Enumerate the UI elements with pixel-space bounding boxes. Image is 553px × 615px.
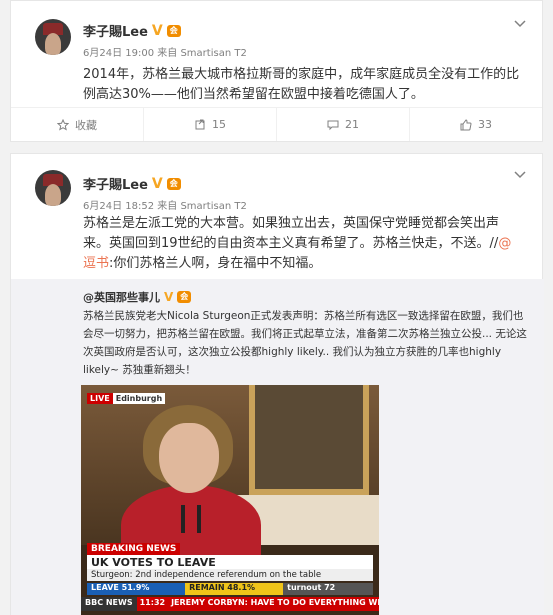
- post-date[interactable]: 6月24日 18:52: [83, 201, 154, 212]
- repost-icon: [195, 119, 205, 129]
- weibo-post-2: 李子賜Lee V 会 6月24日 18:52 来自 Smartisan T2 苏…: [10, 153, 544, 615]
- chevron-down-icon[interactable]: [514, 168, 528, 182]
- chevron-down-icon[interactable]: [514, 17, 528, 31]
- avatar[interactable]: [35, 19, 71, 55]
- remain-result: REMAIN 48.1%: [185, 583, 284, 595]
- vip-badge-icon: 会: [166, 177, 181, 190]
- avatar[interactable]: [35, 170, 71, 206]
- post-source: 来自 Smartisan T2: [157, 201, 247, 212]
- video-thumbnail[interactable]: LIVE Edinburgh BREAKING NEWS UK VOTES TO…: [81, 385, 379, 615]
- live-tag: LIVE Edinburgh: [87, 393, 166, 404]
- post-text-main: 苏格兰是左派工党的大本营。如果独立出去，英国保守党睡觉都会笑出声来。英国回到19…: [83, 216, 500, 251]
- like-count: 33: [478, 118, 492, 131]
- comment-count: 21: [345, 118, 359, 131]
- repost-author[interactable]: @英国那些事儿 V 会: [83, 289, 192, 305]
- author-name[interactable]: 李子賜Lee V 会: [83, 21, 181, 40]
- action-bar: 收藏 15 21 33: [11, 107, 542, 141]
- verified-badge-icon: V: [151, 22, 163, 39]
- news-headline: UK VOTES TO LEAVE: [87, 555, 373, 570]
- author-label[interactable]: 李子賜Lee: [83, 174, 148, 193]
- verified-badge-icon: V: [164, 290, 174, 304]
- microphone-icon: [197, 505, 201, 533]
- speaker-face: [159, 423, 219, 493]
- news-subline: Sturgeon: 2nd independence referendum on…: [87, 569, 373, 581]
- live-label: LIVE: [87, 393, 113, 404]
- post-source: 来自 Smartisan T2: [157, 48, 247, 59]
- favorite-button[interactable]: 收藏: [11, 108, 144, 141]
- comment-icon: [327, 120, 339, 130]
- post-meta: 6月24日 19:00 来自 Smartisan T2: [83, 44, 247, 59]
- mirror-decor: [249, 385, 369, 495]
- ticker-text: JEREMY CORBYN: HAVE TO DO EVERYTHING WE …: [168, 597, 379, 611]
- post-date[interactable]: 6月24日 19:00: [83, 48, 154, 59]
- post-text-tail: :你们苏格兰人啊，身在福中不知福。: [109, 256, 322, 271]
- repost-text: 苏格兰民族党老大Nicola Sturgeon正式发表声明：苏格兰所有选区一致选…: [83, 310, 527, 376]
- microphone-icon: [181, 505, 185, 533]
- vip-badge-icon: 会: [166, 24, 181, 37]
- repost-count: 15: [212, 118, 226, 131]
- repost-author-label[interactable]: @英国那些事儿: [83, 289, 160, 305]
- leave-result: LEAVE 51.9%: [87, 583, 186, 595]
- location-label: Edinburgh: [112, 393, 166, 404]
- author-name[interactable]: 李子賜Lee V 会: [83, 174, 181, 193]
- reposted-content[interactable]: @英国那些事儿 V 会 苏格兰民族党老大Nicola Sturgeon正式发表声…: [11, 279, 544, 615]
- like-button[interactable]: 33: [410, 108, 542, 141]
- post-meta: 6月24日 18:52 来自 Smartisan T2: [83, 197, 247, 212]
- weibo-post-1: 李子賜Lee V 会 6月24日 19:00 来自 Smartisan T2 2…: [10, 0, 543, 142]
- news-ticker: BBC NEWS 11:32 JEREMY CORBYN: HAVE TO DO…: [81, 597, 379, 611]
- post-text: 2014年，苏格兰最大城市格拉斯哥的家庭中，成年家庭成员全没有工作的比例高达30…: [83, 67, 520, 102]
- vip-badge-icon: 会: [177, 291, 192, 303]
- channel-logo: BBC NEWS: [81, 597, 137, 611]
- breaking-news-label: BREAKING NEWS: [87, 543, 181, 555]
- repost-button[interactable]: 15: [144, 108, 277, 141]
- post-text: 苏格兰是左派工党的大本营。如果独立出去，英国保守党睡觉都会笑出声来。英国回到19…: [83, 214, 523, 274]
- comment-button[interactable]: 21: [277, 108, 410, 141]
- author-label[interactable]: 李子賜Lee: [83, 21, 148, 40]
- referendum-results: LEAVE 51.9% REMAIN 48.1% turnout 72: [87, 583, 373, 595]
- verified-badge-icon: V: [151, 175, 163, 192]
- ticker-time: 11:32: [136, 597, 169, 611]
- favorite-label: 收藏: [75, 118, 97, 132]
- star-icon: [57, 118, 69, 131]
- turnout-result: turnout 72: [283, 583, 373, 595]
- thumbs-up-icon: [460, 118, 472, 130]
